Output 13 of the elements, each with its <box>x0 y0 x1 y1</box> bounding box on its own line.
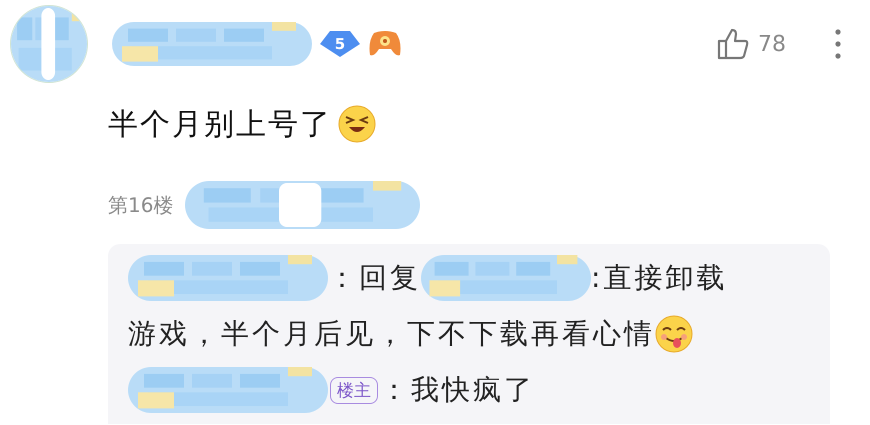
tongue-emoji-icon <box>655 315 693 353</box>
reply-text: :直接卸载 <box>591 260 728 296</box>
author-tag: 楼主 <box>330 376 378 404</box>
thumbs-up-icon[interactable] <box>716 27 750 61</box>
reply-text: 游戏，半个月后见，下不下载再看心情 <box>128 316 655 352</box>
comment-text: 半个月别上号了 <box>108 106 332 144</box>
reply-text: ：回复 <box>328 260 421 296</box>
floor-number: 第16楼 <box>108 192 174 218</box>
more-icon[interactable] <box>834 28 842 60</box>
like-count: 78 <box>758 32 786 56</box>
laughing-emoji-icon <box>338 105 376 143</box>
reply-text: ：我快疯了 <box>380 372 535 408</box>
level-badge: 5 <box>320 31 360 57</box>
